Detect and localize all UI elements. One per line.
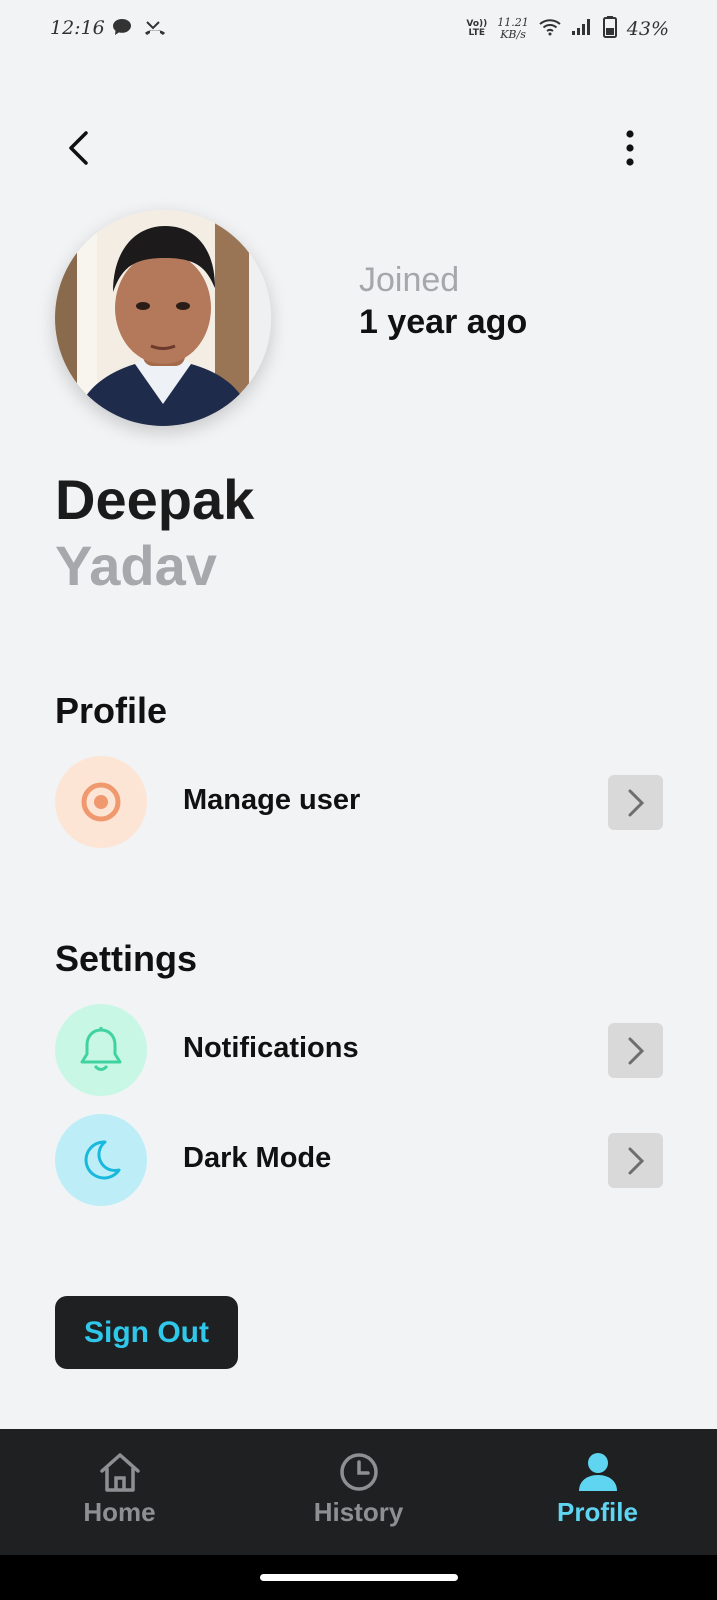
nav-item-history[interactable]: History <box>239 1429 478 1555</box>
battery-percent: 43% <box>626 18 669 40</box>
signal-icon <box>571 18 593 40</box>
dark-mode-row[interactable]: Dark Mode <box>55 1114 663 1206</box>
missed-call-icon <box>144 18 166 40</box>
back-button[interactable] <box>58 126 98 170</box>
battery-icon <box>602 16 617 42</box>
dark-mode-chevron-button[interactable] <box>608 1133 663 1188</box>
status-bar: 12:16 Vo)) LTE 11.21 KB/s 43% <box>0 0 717 62</box>
bell-icon <box>55 1004 147 1096</box>
status-time: 12:16 <box>50 17 105 39</box>
message-icon <box>112 18 132 40</box>
moon-icon <box>55 1114 147 1206</box>
bottom-nav: Home History Profile <box>0 1429 717 1555</box>
joined-label: Joined <box>359 261 460 299</box>
chevron-right-icon <box>628 789 644 816</box>
manage-user-label: Manage user <box>183 784 361 816</box>
nav-label-home: Home <box>83 1497 156 1527</box>
section-title-profile: Profile <box>55 690 168 731</box>
back-arrow-icon <box>69 131 88 165</box>
last-name: Yadav <box>55 534 217 597</box>
home-gesture-bar[interactable] <box>260 1574 458 1581</box>
section-title-settings: Settings <box>55 938 198 979</box>
joined-info: Joined 1 year ago <box>359 260 527 342</box>
net-speed-unit: KB/s <box>500 28 526 41</box>
nav-label-profile: Profile <box>557 1497 638 1527</box>
first-name: Deepak <box>55 468 255 531</box>
person-icon <box>578 1453 617 1491</box>
nav-label-history: History <box>313 1497 404 1527</box>
manage-user-chevron-button[interactable] <box>608 775 663 830</box>
nav-item-home[interactable]: Home <box>0 1429 239 1555</box>
clock-icon <box>339 1453 378 1491</box>
target-icon <box>55 756 147 848</box>
volte-indicator: Vo)) LTE <box>466 20 487 38</box>
wifi-icon <box>539 18 561 40</box>
more-vertical-icon <box>626 130 634 166</box>
volte-bottom-text: LTE <box>468 28 486 38</box>
sign-out-button[interactable]: Sign Out <box>55 1296 238 1369</box>
notifications-chevron-button[interactable] <box>608 1023 663 1078</box>
avatar <box>55 210 271 426</box>
chevron-right-icon <box>628 1147 644 1174</box>
notifications-label: Notifications <box>183 1032 359 1064</box>
home-icon <box>99 1453 140 1492</box>
notifications-row[interactable]: Notifications <box>55 1004 663 1096</box>
joined-value: 1 year ago <box>359 303 528 341</box>
nav-item-profile[interactable]: Profile <box>478 1429 717 1555</box>
manage-user-row[interactable]: Manage user <box>55 756 663 848</box>
chevron-right-icon <box>628 1037 644 1064</box>
more-options-button[interactable] <box>618 126 642 170</box>
net-speed: 11.21 KB/s <box>497 17 529 41</box>
dark-mode-label: Dark Mode <box>183 1142 332 1174</box>
